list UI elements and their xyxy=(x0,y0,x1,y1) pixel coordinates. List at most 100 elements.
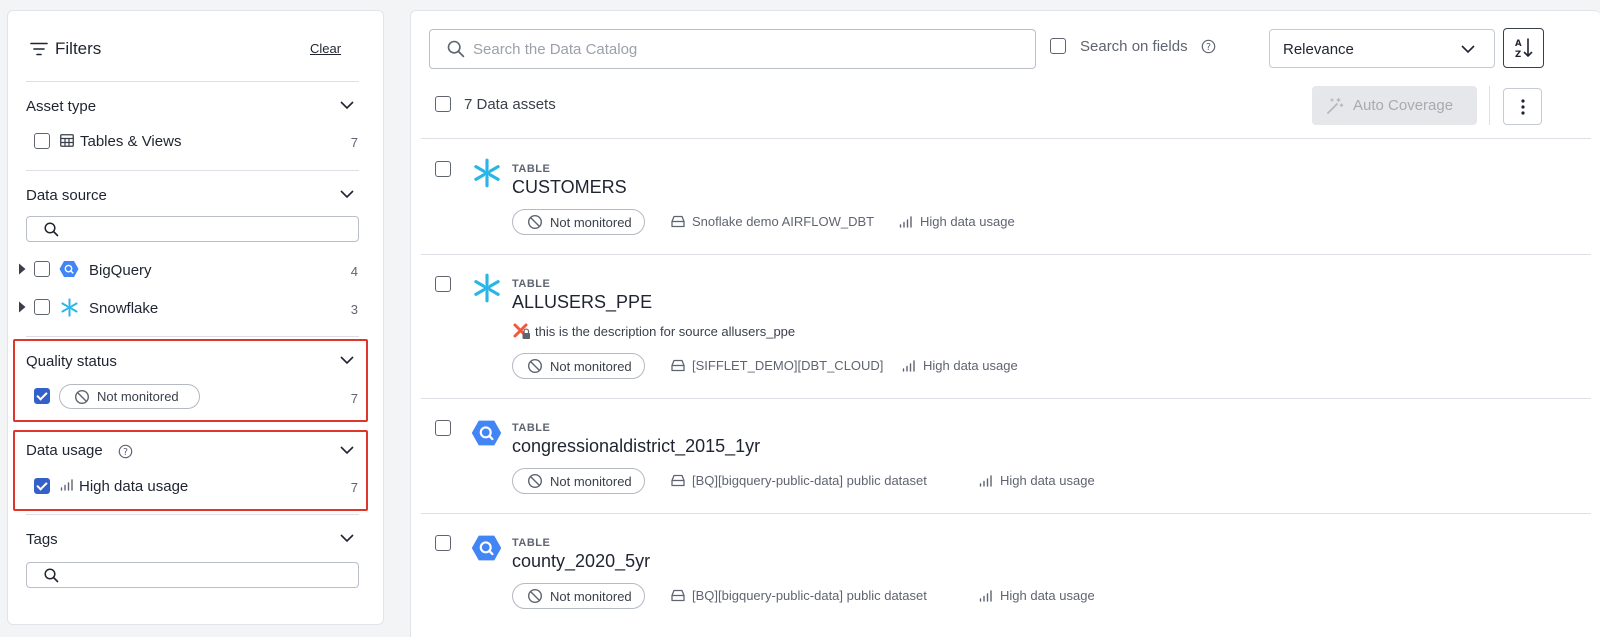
tags-search-input[interactable] xyxy=(26,562,359,588)
magic-wand-icon xyxy=(1327,97,1344,114)
asset-description: this is the description for source allus… xyxy=(535,324,796,339)
snowflake-icon xyxy=(474,273,500,303)
auto-coverage-button[interactable]: Auto Coverage xyxy=(1312,86,1477,125)
not-monitored-icon xyxy=(527,473,543,489)
data-source-title: Data source xyxy=(26,187,107,204)
row-checkbox[interactable] xyxy=(435,276,451,292)
chevron-down-icon[interactable] xyxy=(339,445,355,455)
usage-label: High data usage xyxy=(1000,588,1095,603)
result-row[interactable]: TABLE congressionaldistrict_2015_1yr Not… xyxy=(411,398,1591,513)
snowflake-count: 3 xyxy=(350,302,358,317)
signal-bars-icon xyxy=(902,359,915,372)
catalog-search-input[interactable]: Search the Data Catalog xyxy=(429,29,1036,69)
asset-type-label: TABLE xyxy=(512,278,551,290)
status-label: Not monitored xyxy=(550,588,632,604)
datasource-label: [SIFFLET_DEMO][DBT_CLOUD] xyxy=(692,358,884,373)
bigquery-checkbox[interactable] xyxy=(34,261,50,277)
catalog-results-panel: Search the Data Catalog Search on fields… xyxy=(410,10,1600,637)
svg-text:?: ? xyxy=(123,447,128,458)
bigquery-count: 4 xyxy=(350,264,358,279)
row-checkbox[interactable] xyxy=(435,535,451,551)
not-monitored-icon xyxy=(527,214,543,230)
chevron-down-icon[interactable] xyxy=(339,355,355,365)
expand-arrow-icon[interactable] xyxy=(18,263,26,275)
asset-type-label: TABLE xyxy=(512,422,551,434)
clear-filters-link[interactable]: Clear xyxy=(310,41,341,56)
filters-panel: Filters Clear Asset type Tables & Views … xyxy=(7,10,384,625)
svg-text:Z: Z xyxy=(1515,50,1521,59)
asset-name[interactable]: CUSTOMERS xyxy=(512,177,627,198)
datasource-label: Snoflake demo AIRFLOW_DBT xyxy=(692,214,875,229)
snowflake-checkbox[interactable] xyxy=(34,299,50,315)
filters-title: Filters xyxy=(55,39,102,58)
help-icon[interactable]: ? xyxy=(1201,39,1216,54)
database-icon xyxy=(671,589,685,602)
data-usage-title: Data usage xyxy=(26,442,103,459)
search-on-fields-checkbox[interactable] xyxy=(1050,38,1066,54)
chevron-down-icon[interactable] xyxy=(339,189,355,199)
high-data-usage-checkbox[interactable] xyxy=(34,478,50,494)
divider xyxy=(1489,86,1490,125)
bigquery-icon xyxy=(471,420,502,446)
result-row[interactable]: TABLE ALLUSERS_PPE this is the descripti… xyxy=(411,254,1591,398)
datasource-info: [BQ][bigquery-public-data] public datase… xyxy=(671,588,927,603)
chevron-down-icon[interactable] xyxy=(339,533,355,543)
quality-status-highlight xyxy=(13,339,368,422)
result-row[interactable]: TABLE CUSTOMERS Not monitored Snoflake d… xyxy=(411,139,1591,254)
help-icon[interactable]: ? xyxy=(118,444,133,459)
usage-label: High data usage xyxy=(920,214,1015,229)
quality-status-title: Quality status xyxy=(26,353,117,370)
status-badge: Not monitored xyxy=(512,209,645,235)
not-monitored-checkbox[interactable] xyxy=(34,388,50,404)
sort-order-button[interactable]: A Z xyxy=(1503,28,1544,68)
row-checkbox[interactable] xyxy=(435,420,451,436)
search-icon xyxy=(44,568,59,583)
not-monitored-icon xyxy=(527,588,543,604)
catalog-search-placeholder: Search the Data Catalog xyxy=(473,41,638,58)
sort-az-icon: A Z xyxy=(1515,38,1532,59)
filter-icon xyxy=(30,42,48,56)
signal-bars-icon xyxy=(979,474,992,487)
datasource-info: [BQ][bigquery-public-data] public datase… xyxy=(671,473,927,488)
asset-name[interactable]: county_2020_5yr xyxy=(512,551,650,572)
asset-name[interactable]: congressionaldistrict_2015_1yr xyxy=(512,436,760,457)
svg-text:?: ? xyxy=(1206,42,1211,53)
more-options-button[interactable] xyxy=(1503,88,1542,125)
expand-arrow-icon[interactable] xyxy=(18,301,26,313)
signal-bars-icon xyxy=(979,589,992,602)
signal-bars-icon xyxy=(60,479,73,491)
tables-views-checkbox[interactable] xyxy=(34,133,50,149)
database-icon xyxy=(671,215,685,228)
snowflake-label: Snowflake xyxy=(89,300,159,317)
high-data-usage-label: High data usage xyxy=(79,478,189,495)
chevron-down-icon[interactable] xyxy=(339,100,355,110)
tables-views-count: 7 xyxy=(350,135,358,150)
sort-select[interactable]: Relevance xyxy=(1269,29,1495,68)
usage-label: High data usage xyxy=(1000,473,1095,488)
usage-info: High data usage xyxy=(902,358,1018,373)
datasource-info: [SIFFLET_DEMO][DBT_CLOUD] xyxy=(671,358,883,373)
search-icon xyxy=(447,40,465,58)
sort-select-value: Relevance xyxy=(1283,41,1354,58)
snowflake-icon xyxy=(474,158,500,188)
divider xyxy=(26,514,359,515)
asset-type-label: TABLE xyxy=(512,163,551,175)
snowflake-icon xyxy=(61,298,78,317)
status-label: Not monitored xyxy=(550,473,632,489)
status-label: Not monitored xyxy=(550,214,632,230)
row-checkbox[interactable] xyxy=(435,161,451,177)
high-data-usage-count: 7 xyxy=(350,480,358,495)
result-row[interactable]: TABLE county_2020_5yr Not monitored [BQ]… xyxy=(411,513,1591,628)
usage-info: High data usage xyxy=(899,214,1015,229)
status-badge: Not monitored xyxy=(512,583,645,609)
data-source-search-input[interactable] xyxy=(26,216,359,242)
asset-name[interactable]: ALLUSERS_PPE xyxy=(512,292,652,313)
status-badge: Not monitored xyxy=(512,353,645,379)
not-monitored-label: Not monitored xyxy=(97,389,179,404)
signal-bars-icon xyxy=(899,215,912,228)
database-icon xyxy=(671,359,685,372)
bigquery-icon xyxy=(471,535,502,561)
datasource-label: [BQ][bigquery-public-data] public datase… xyxy=(692,473,927,488)
usage-label: High data usage xyxy=(923,358,1018,373)
select-all-checkbox[interactable] xyxy=(435,96,451,112)
